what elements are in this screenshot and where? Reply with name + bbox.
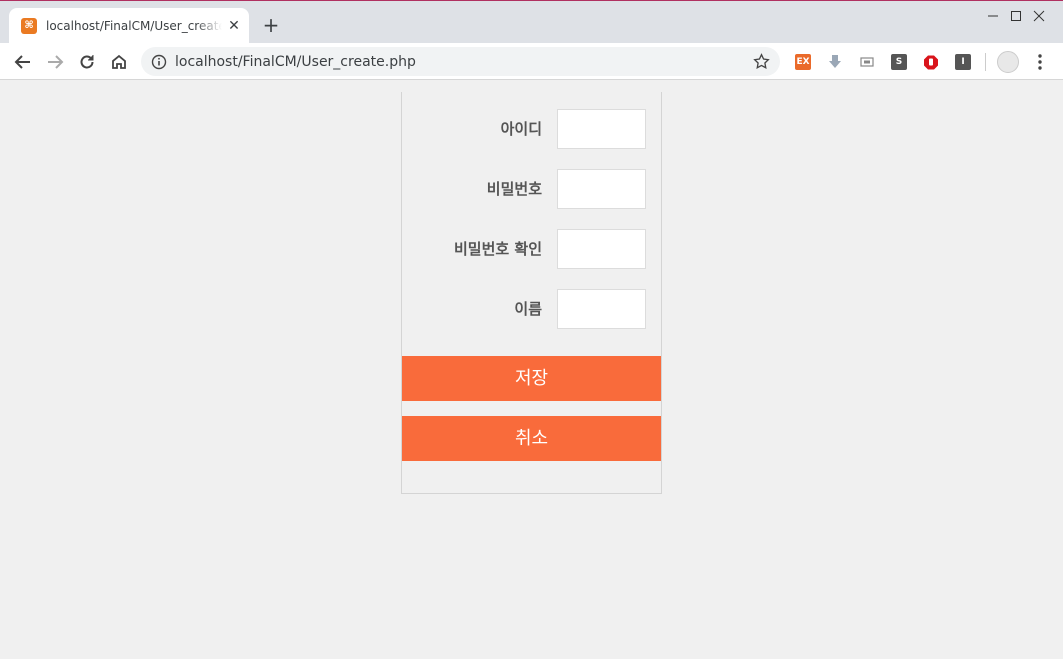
browser-tab[interactable]: ⌘ localhost/FinalCM/User_create.php ✕: [9, 8, 249, 43]
password-confirm-label: 비밀번호 확인: [453, 240, 542, 258]
tab-strip: ⌘ localhost/FinalCM/User_create.php ✕ +: [0, 1, 1063, 43]
new-tab-button[interactable]: +: [259, 13, 283, 37]
ex-extension-icon[interactable]: EX: [795, 54, 811, 70]
back-arrow-icon: [14, 55, 30, 69]
id-input[interactable]: [557, 109, 646, 149]
save-button[interactable]: 저장: [402, 356, 661, 401]
i-extension-icon[interactable]: I: [955, 54, 971, 70]
info-icon[interactable]: [151, 54, 167, 70]
close-window-button[interactable]: [1016, 1, 1062, 31]
password-label: 비밀번호: [486, 180, 542, 198]
browser-toolbar: localhost/FinalCM/User_create.php EX S I: [0, 43, 1063, 80]
profile-avatar[interactable]: [997, 51, 1019, 73]
name-field-row: 이름: [402, 289, 661, 329]
name-label: 이름: [514, 300, 542, 318]
xampp-favicon-icon: ⌘: [21, 17, 37, 34]
bookmark-star-icon[interactable]: [753, 53, 770, 70]
s-extension-icon[interactable]: S: [891, 54, 907, 70]
back-button[interactable]: [9, 48, 37, 76]
tab-close-icon[interactable]: ✕: [226, 18, 242, 34]
close-window-icon: [1033, 10, 1045, 22]
download-extension-icon[interactable]: [827, 54, 843, 70]
reload-icon: [80, 55, 94, 69]
password-input[interactable]: [557, 169, 646, 209]
home-icon: [112, 54, 126, 69]
cancel-button[interactable]: 취소: [402, 416, 661, 461]
menu-dots-icon[interactable]: [1032, 52, 1048, 72]
screen-extension-icon[interactable]: [859, 54, 875, 70]
name-input[interactable]: [557, 289, 646, 329]
id-label: 아이디: [500, 120, 542, 138]
reload-button[interactable]: [73, 48, 101, 76]
toolbar-divider: [985, 53, 986, 71]
url-text[interactable]: localhost/FinalCM/User_create.php: [175, 54, 416, 70]
password-confirm-field-row: 비밀번호 확인: [402, 229, 661, 269]
id-field-row: 아이디: [402, 109, 661, 149]
user-create-form: 아이디 비밀번호 비밀번호 확인 이름 저장 취소: [401, 92, 662, 494]
password-field-row: 비밀번호: [402, 169, 661, 209]
tab-title: localhost/FinalCM/User_create.php: [46, 18, 222, 33]
adblock-extension-icon[interactable]: [923, 54, 939, 70]
home-button[interactable]: [105, 48, 133, 76]
forward-arrow-icon: [48, 55, 64, 69]
password-confirm-input[interactable]: [557, 229, 646, 269]
forward-button[interactable]: [41, 48, 69, 76]
address-bar[interactable]: localhost/FinalCM/User_create.php: [141, 47, 780, 76]
